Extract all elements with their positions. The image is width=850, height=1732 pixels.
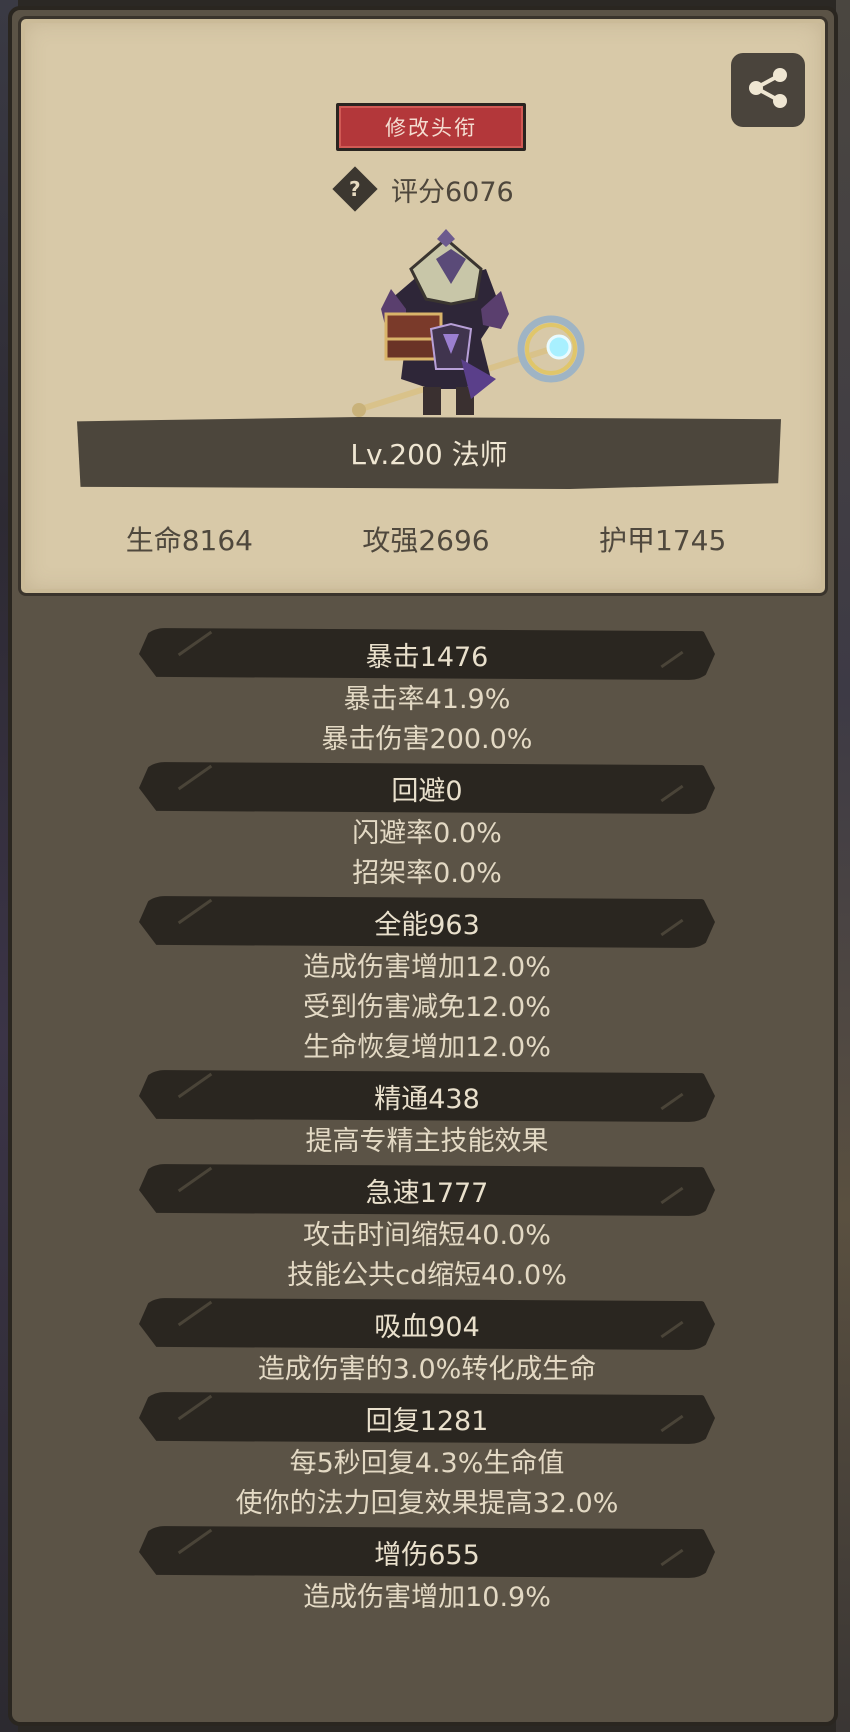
stat-group-regen: 回复1281 每5秒回复4.3%生命值 使你的法力回复效果提高32.0% <box>12 1392 834 1524</box>
stat-detail: 暴击伤害200.0% <box>321 724 533 755</box>
stat-group-header: 暴击1476 <box>139 628 715 680</box>
stat-group-avoidance: 回避0 闪避率0.0% 招架率0.0% <box>12 762 834 894</box>
score-row: ? 评分6076 <box>331 165 514 213</box>
stat-detail: 技能公共cd缩短40.0% <box>287 1260 567 1291</box>
stat-detail: 闪避率0.0% <box>352 818 502 849</box>
share-icon <box>742 62 794 118</box>
score-text: 评分6076 <box>391 176 514 208</box>
character-card: 修改头衔 ? 评分6076 Lv.200 法师 生命8164 攻强2696 护甲… <box>18 16 828 596</box>
stat-detail: 受到伤害减免12.0% <box>303 992 551 1023</box>
stat-group-header: 回复1281 <box>139 1392 715 1444</box>
stat-detail: 造成伤害的3.0%转化成生命 <box>257 1354 597 1385</box>
stat-group-header: 全能963 <box>139 896 715 948</box>
stat-group-lifesteal: 吸血904 造成伤害的3.0%转化成生命 <box>12 1298 834 1390</box>
character-stats-panel: 修改头衔 ? 评分6076 Lv.200 法师 生命8164 攻强2696 护甲… <box>8 6 838 1726</box>
stat-attack-power: 攻强2696 <box>362 524 490 557</box>
share-button[interactable] <box>731 53 805 127</box>
stat-group-crit: 暴击1476 暴击率41.9% 暴击伤害200.0% <box>12 628 834 760</box>
stat-group-haste: 急速1777 攻击时间缩短40.0% 技能公共cd缩短40.0% <box>12 1164 834 1296</box>
stat-group-damage-increase: 增伤655 造成伤害增加10.9% <box>12 1526 834 1618</box>
stat-armor: 护甲1745 <box>599 524 727 557</box>
stat-detail: 招架率0.0% <box>352 858 502 889</box>
stat-detail: 攻击时间缩短40.0% <box>303 1220 551 1251</box>
stat-detail: 造成伤害增加12.0% <box>303 952 551 983</box>
level-class-text: Lv.200 法师 <box>350 438 508 471</box>
stat-detail: 暴击率41.9% <box>343 684 511 715</box>
background-right-edge <box>836 0 850 1732</box>
character-avatar <box>351 229 591 429</box>
stat-group-header: 增伤655 <box>139 1526 715 1578</box>
help-icon-glyph: ? <box>349 176 361 201</box>
stat-group-versatility: 全能963 造成伤害增加12.0% 受到伤害减免12.0% 生命恢复增加12.0… <box>12 896 834 1068</box>
basic-stats-row: 生命8164 攻强2696 护甲1745 <box>21 519 831 567</box>
stat-group-header: 急速1777 <box>139 1164 715 1216</box>
stat-health: 生命8164 <box>125 524 253 557</box>
edit-title-button[interactable]: 修改头衔 <box>336 103 526 151</box>
stat-detail: 生命恢复增加12.0% <box>303 1032 551 1063</box>
stat-group-header: 精通438 <box>139 1070 715 1122</box>
level-class-bar: Lv.200 法师 <box>77 417 781 489</box>
stat-group-header: 回避0 <box>139 762 715 814</box>
stat-detail: 造成伤害增加10.9% <box>303 1582 551 1613</box>
secondary-stats-list: 暴击1476 暴击率41.9% 暴击伤害200.0% 回避0 闪避率0.0% 招… <box>12 628 834 1618</box>
stat-group-header: 吸血904 <box>139 1298 715 1350</box>
stat-detail: 使你的法力回复效果提高32.0% <box>235 1488 619 1519</box>
stat-group-mastery: 精通438 提高专精主技能效果 <box>12 1070 834 1162</box>
stat-detail: 每5秒回复4.3%生命值 <box>289 1448 565 1479</box>
help-icon[interactable]: ? <box>332 166 378 212</box>
stat-detail: 提高专精主技能效果 <box>305 1126 549 1157</box>
